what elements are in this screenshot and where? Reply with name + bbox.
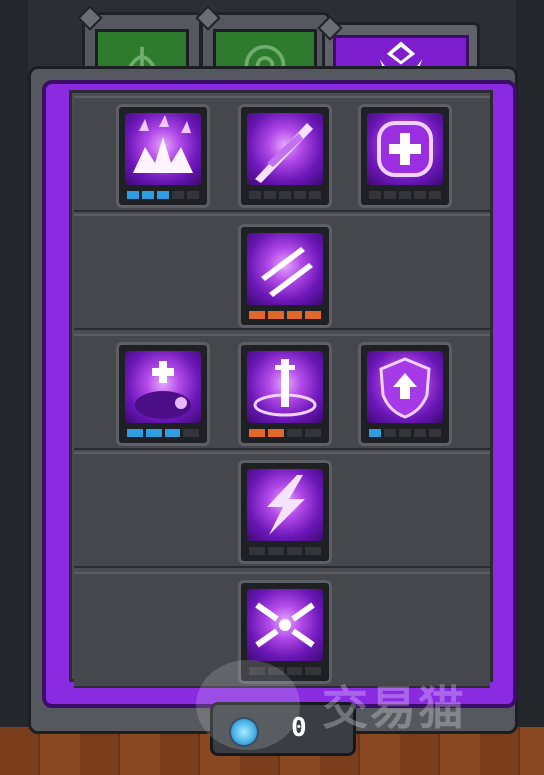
level-pip <box>286 429 303 437</box>
skill-slot[interactable] <box>358 342 452 446</box>
level-pip <box>267 547 284 555</box>
slash-icon <box>247 113 323 185</box>
level-pip <box>249 547 265 555</box>
sword-pillar-icon <box>247 351 323 423</box>
level-pip <box>249 429 265 437</box>
level-pip <box>286 547 303 555</box>
level-pip <box>145 429 162 437</box>
level-bar <box>369 191 441 199</box>
level-pip <box>414 191 426 199</box>
skill-slot[interactable] <box>238 342 332 446</box>
level-bar <box>369 429 441 437</box>
burst-icon <box>125 113 201 185</box>
level-pip <box>286 311 303 319</box>
watermark-text: 交易猫 <box>322 681 466 735</box>
level-pip <box>172 191 184 199</box>
skill-slot[interactable] <box>238 104 332 208</box>
skill-slot[interactable] <box>238 224 332 328</box>
level-pip <box>187 191 199 199</box>
sword-barrage-icon <box>247 589 323 661</box>
level-pip <box>414 429 426 437</box>
level-bar <box>249 429 321 437</box>
level-pip <box>429 191 441 199</box>
level-pip <box>384 429 396 437</box>
level-pip <box>369 429 381 437</box>
pet-heal-icon <box>125 351 201 423</box>
level-pip <box>157 191 169 199</box>
level-pip <box>249 311 265 319</box>
level-pip <box>305 429 321 437</box>
level-bar <box>249 191 321 199</box>
level-bar <box>127 191 199 199</box>
lightning-strike-icon <box>247 469 323 541</box>
level-pip <box>249 191 261 199</box>
level-pip <box>127 191 139 199</box>
level-pip <box>429 429 441 437</box>
level-pip <box>164 429 181 437</box>
background-left-strip <box>0 0 28 727</box>
level-bar <box>249 547 321 555</box>
level-pip <box>305 667 321 675</box>
skill-slot[interactable] <box>116 342 210 446</box>
level-pip <box>309 191 321 199</box>
level-pip <box>267 429 284 437</box>
level-bar <box>249 311 321 319</box>
level-pip <box>294 191 306 199</box>
skill-slot[interactable] <box>238 460 332 564</box>
skill-slot[interactable] <box>358 104 452 208</box>
heal-cross-icon <box>367 113 443 185</box>
level-pip <box>286 667 303 675</box>
level-pip <box>305 547 321 555</box>
level-pip <box>369 191 381 199</box>
skill-slot[interactable] <box>116 104 210 208</box>
level-bar <box>127 429 199 437</box>
level-pip <box>279 191 291 199</box>
level-pip <box>142 191 154 199</box>
level-pip <box>399 191 411 199</box>
level-pip <box>127 429 143 437</box>
shield-up-icon <box>367 351 443 423</box>
level-pip <box>264 191 276 199</box>
background-right-strip <box>516 0 544 727</box>
level-pip <box>267 311 284 319</box>
level-pip <box>399 429 411 437</box>
level-pip <box>384 191 396 199</box>
watermark-cat-logo <box>196 660 300 750</box>
level-pip <box>305 311 321 319</box>
level-pip <box>183 429 199 437</box>
flying-swords-icon <box>247 233 323 305</box>
